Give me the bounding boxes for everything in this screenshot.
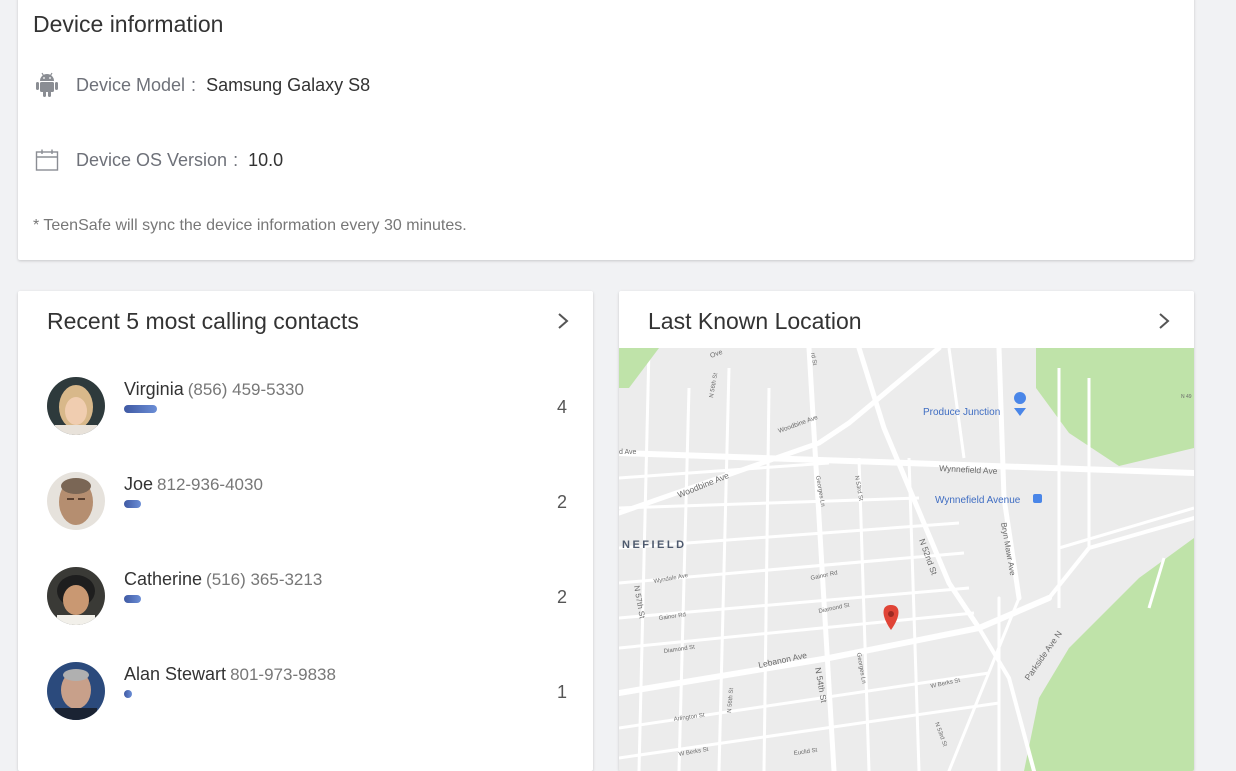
device-model-colon: : (191, 74, 197, 95)
call-count: 2 (556, 492, 567, 512)
poi-label: Produce Junction (923, 407, 1000, 418)
contact-phone: 801-973-9838 (230, 665, 336, 684)
device-os-row: Device OS Version : 10.0 (34, 147, 283, 173)
contact-phone: 812-936-4030 (157, 475, 263, 494)
location-card: Last Known Location Wynnefield Ave Woodb… (619, 291, 1194, 771)
device-model-row: Device Model : Samsung Galaxy S8 (34, 72, 370, 98)
transit-icon (1033, 494, 1042, 503)
contact-phone: (856) 459-5330 (187, 380, 304, 399)
android-icon (34, 72, 60, 98)
device-info-card: Device information Device Model : Samsun… (18, 0, 1194, 260)
avatar (47, 377, 105, 435)
avatar (47, 472, 105, 530)
device-os-label: Device OS Version (76, 149, 228, 170)
contact-name: Catherine (124, 569, 203, 589)
chevron-right-icon[interactable] (1156, 311, 1172, 331)
calendar-icon (34, 147, 60, 173)
contact-item[interactable]: Virginia (856) 459-5330 4 (47, 377, 567, 437)
location-title: Last Known Location (648, 308, 862, 334)
call-count: 2 (556, 587, 567, 607)
street-label: N 49 (1181, 394, 1192, 400)
device-os-value: 10.0 (248, 149, 284, 170)
poi-label: Wynnefield Avenue (935, 495, 1021, 506)
contact-name: Virginia (124, 379, 184, 399)
call-count: 4 (556, 397, 567, 417)
avatar (47, 662, 105, 720)
contact-item[interactable]: Joe 812-936-4030 2 (47, 472, 567, 532)
neighborhood-label: NEFIELD (622, 539, 687, 551)
call-count-bar (124, 500, 141, 508)
location-map[interactable]: Wynnefield Ave Woodbine Ave Woodbine Ave… (619, 348, 1194, 771)
chevron-right-icon[interactable] (555, 311, 571, 331)
device-model-value: Samsung Galaxy S8 (206, 74, 371, 95)
street-label: d Ave (619, 449, 636, 456)
device-info-title: Device information (33, 11, 224, 37)
contact-name: Joe (124, 474, 154, 494)
call-count-bar (124, 690, 133, 698)
contact-phone: (516) 365-3213 (206, 570, 323, 589)
contact-item[interactable]: Catherine (516) 365-3213 2 (47, 567, 567, 627)
call-count-bar (124, 595, 141, 603)
contacts-title: Recent 5 most calling contacts (47, 308, 359, 334)
contacts-card: Recent 5 most calling contacts Virginia(… (18, 291, 593, 771)
call-count-bar (124, 405, 157, 413)
contact-name: Alan Stewart (124, 664, 227, 684)
contact-item[interactable]: Alan Stewart 801-973-9838 1 (47, 662, 567, 722)
device-os-colon: : (233, 149, 239, 170)
avatar (47, 567, 105, 625)
device-model-label: Device Model (76, 74, 186, 95)
sync-note: * TeenSafe will sync the device informat… (33, 217, 467, 234)
call-count: 1 (556, 682, 567, 702)
